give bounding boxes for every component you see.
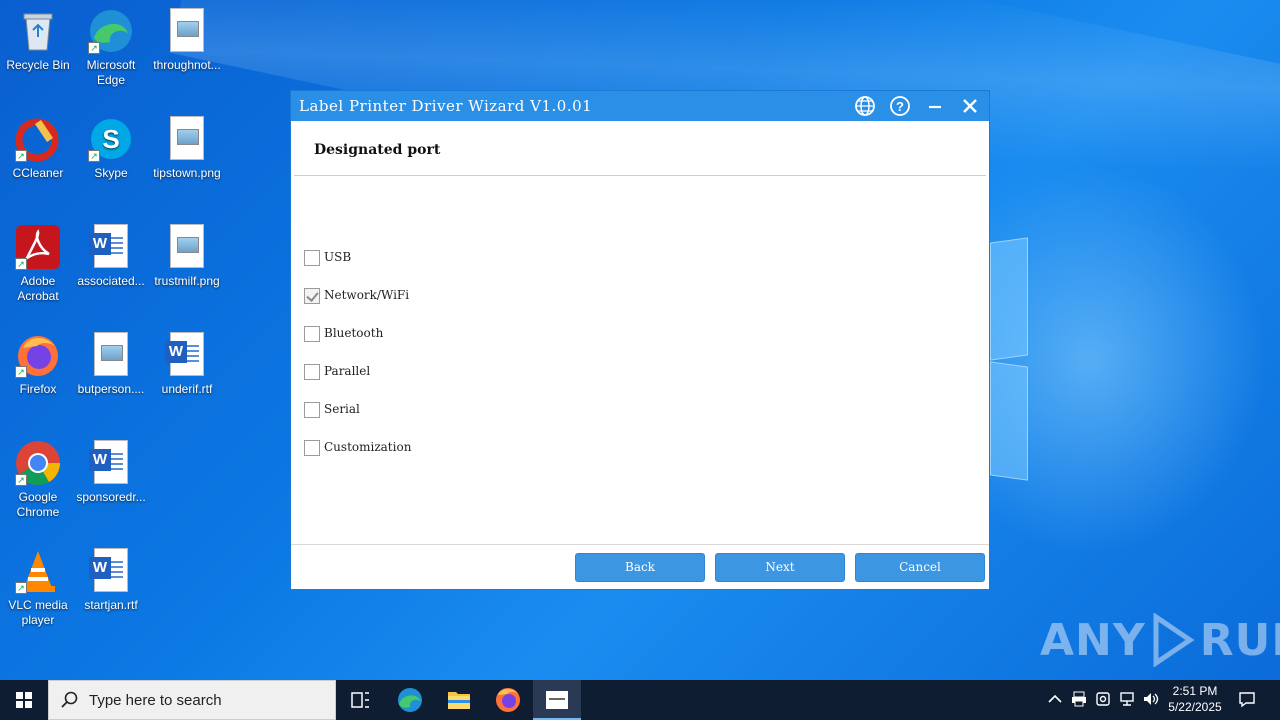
task-view-icon <box>351 692 369 708</box>
desktop-icon-ccleaner[interactable]: ↗ CCleaner <box>0 116 76 181</box>
desktop-icon-tipstown[interactable]: tipstown.png <box>149 116 225 181</box>
serial-checkbox[interactable] <box>304 402 320 418</box>
notification-icon[interactable] <box>1238 690 1256 708</box>
desktop-icon-vlc[interactable]: ↗ VLC media player <box>0 548 76 628</box>
skype-icon: S ↗ <box>88 116 134 162</box>
task-view-button[interactable] <box>336 680 384 720</box>
vlc-icon: ↗ <box>15 548 61 594</box>
svg-text:S: S <box>102 124 119 154</box>
windows-logo-icon <box>16 692 32 708</box>
desktop-icon-google-chrome[interactable]: ↗ Google Chrome <box>0 440 76 520</box>
close-icon[interactable] <box>959 95 981 117</box>
cancel-button[interactable]: Cancel <box>855 553 985 582</box>
desktop-icon-adobe-acrobat[interactable]: ↗ Adobe Acrobat <box>0 224 76 304</box>
header-divider <box>294 175 986 176</box>
dialog-titlebar[interactable]: Label Printer Driver Wizard V1.0.01 ? <box>291 91 989 121</box>
minimize-icon[interactable] <box>924 95 946 117</box>
customization-checkbox[interactable] <box>304 440 320 456</box>
taskbar-label-printer-wizard[interactable] <box>533 680 581 720</box>
edge-icon: ↗ <box>88 8 134 54</box>
desktop-icon-butperson[interactable]: butperson.... <box>73 332 149 397</box>
search-icon <box>61 691 79 714</box>
chrome-icon: ↗ <box>15 440 61 486</box>
image-file-icon <box>164 224 210 270</box>
desktop-icon-firefox[interactable]: ↗ Firefox <box>0 332 76 397</box>
desktop-icon-associated-doc[interactable]: W associated... <box>73 224 149 289</box>
webcam-icon[interactable] <box>1094 690 1112 708</box>
word-document-icon: W <box>88 224 134 270</box>
firefox-icon: ↗ <box>15 332 61 378</box>
svg-text:?: ? <box>896 99 904 114</box>
word-document-icon: W <box>164 332 210 378</box>
volume-icon[interactable] <box>1142 690 1160 708</box>
bluetooth-checkbox[interactable] <box>304 326 320 342</box>
desktop-icon-skype[interactable]: S ↗ Skype <box>73 116 149 181</box>
desktop-icon-sponsoredr[interactable]: W sponsoredr... <box>73 440 149 505</box>
desktop: Recycle Bin ↗ CCleaner ↗ Adobe Acrobat ↗… <box>0 0 1280 680</box>
usb-checkbox[interactable] <box>304 250 320 266</box>
image-file-icon <box>88 332 134 378</box>
word-document-icon: W <box>88 548 134 594</box>
dialog-title: Label Printer Driver Wizard V1.0.01 <box>299 97 593 115</box>
taskbar-search-box[interactable]: Type here to search <box>48 680 336 720</box>
play-icon <box>1150 612 1196 668</box>
chevron-up-icon[interactable] <box>1046 690 1064 708</box>
edge-icon <box>398 688 422 712</box>
printer-icon[interactable] <box>1070 690 1088 708</box>
desktop-icon-recycle-bin[interactable]: Recycle Bin <box>0 8 76 73</box>
search-placeholder: Type here to search <box>89 692 222 709</box>
parallel-checkbox[interactable] <box>304 364 320 380</box>
desktop-icon-startjan[interactable]: W startjan.rtf <box>73 548 149 613</box>
word-document-icon: W <box>88 440 134 486</box>
help-icon[interactable]: ? <box>889 95 911 117</box>
taskbar: Type here to search 2:51 PM 5/22/2025 <box>0 680 1280 720</box>
language-globe-icon[interactable] <box>854 95 876 117</box>
anyrun-watermark: ANY RUN <box>1040 612 1280 668</box>
image-file-icon <box>164 116 210 162</box>
network-icon[interactable] <box>1118 690 1136 708</box>
label-printer-driver-wizard-dialog: Label Printer Driver Wizard V1.0.01 ? De… <box>290 90 990 590</box>
next-button[interactable]: Next <box>715 553 845 582</box>
page-heading: Designated port <box>314 142 441 158</box>
folder-icon <box>448 692 470 709</box>
footer-divider <box>291 544 989 545</box>
firefox-icon <box>496 688 520 712</box>
desktop-icon-throughnot[interactable]: throughnot... <box>149 8 225 73</box>
image-file-icon <box>164 8 210 54</box>
taskbar-clock[interactable]: 2:51 PM 5/22/2025 <box>1160 683 1230 715</box>
recycle-bin-icon <box>15 8 61 54</box>
network-wifi-checkbox[interactable] <box>304 288 320 304</box>
desktop-icon-underif[interactable]: W underif.rtf <box>149 332 225 397</box>
start-button[interactable] <box>0 680 48 720</box>
adobe-acrobat-icon: ↗ <box>15 224 61 270</box>
back-button[interactable]: Back <box>575 553 705 582</box>
desktop-icon-trustmilf[interactable]: trustmilf.png <box>149 224 225 289</box>
taskbar-edge[interactable] <box>386 680 434 720</box>
printer-wizard-app-icon <box>546 691 568 709</box>
taskbar-firefox[interactable] <box>484 680 532 720</box>
taskbar-file-explorer[interactable] <box>435 680 483 720</box>
desktop-icon-microsoft-edge[interactable]: ↗ Microsoft Edge <box>73 8 149 88</box>
ccleaner-icon: ↗ <box>15 116 61 162</box>
